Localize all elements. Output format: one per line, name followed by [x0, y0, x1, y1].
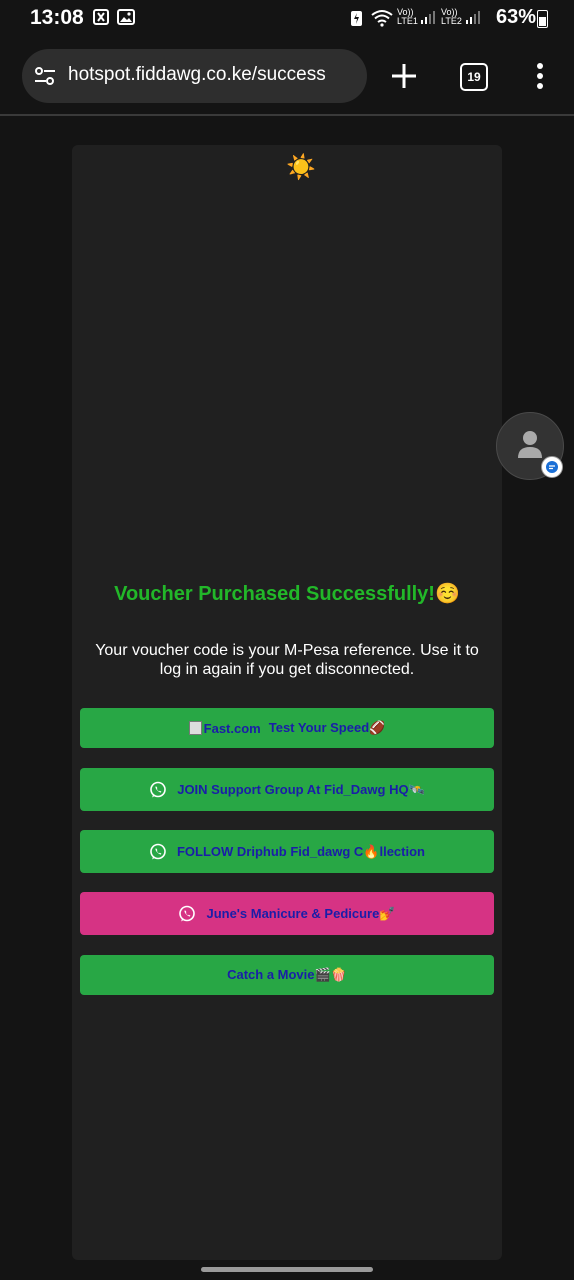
status-bar: 13:08 Vo)) LTE1 Vo)) LTE2 63%	[0, 0, 574, 38]
whatsapp-icon	[179, 905, 196, 921]
status-time: 13:08	[30, 6, 84, 29]
tab-switcher-button[interactable]: 19	[460, 63, 488, 91]
join-support-group-label: JOIN Support Group At Fid_Dawg HQ🛰️	[177, 781, 425, 797]
voucher-message: Your voucher code is your M-Pesa referen…	[95, 642, 479, 678]
battery-saver-icon	[351, 11, 362, 26]
follow-driphub-button[interactable]: FOLLOW Driphub Fid_dawg C🔥llection	[80, 830, 494, 873]
browser-toolbar: hotspot.fiddawg.co.ke/success 19	[0, 38, 574, 116]
sun-emoji: ☀️	[286, 154, 316, 181]
more-options-icon[interactable]	[530, 60, 550, 92]
follow-driphub-label: FOLLOW Driphub Fid_dawg C🔥llection	[176, 843, 425, 859]
chat-bubble-icon	[541, 456, 563, 478]
battery-icon	[537, 10, 548, 28]
manicure-pedicure-label: June's Manicure & Pedicure💅	[206, 905, 396, 921]
notification-app-icon	[93, 9, 109, 25]
home-indicator[interactable]	[201, 1267, 373, 1272]
whatsapp-icon	[150, 781, 167, 797]
gallery-icon	[117, 9, 135, 25]
wifi-icon	[371, 10, 393, 27]
sim1-label: Vo)) LTE1	[397, 7, 418, 26]
speed-test-label: Test Your Speed🏈	[268, 720, 386, 735]
battery-percent: 63%	[495, 6, 536, 28]
signal-icon	[421, 11, 435, 24]
catch-a-movie-button[interactable]: Catch a Movie🎬🍿	[80, 955, 494, 995]
page-title: Voucher Purchased Successfully!☺️	[114, 583, 460, 605]
sim2-label: Vo)) LTE2	[441, 7, 462, 26]
signal-icon	[466, 11, 480, 24]
catch-a-movie-label: Catch a Movie🎬🍿	[227, 967, 347, 982]
content-card: ☀️ Voucher Purchased Successfully!☺️ You…	[72, 145, 502, 1260]
new-tab-icon[interactable]	[386, 58, 422, 94]
speed-test-button[interactable]: Fast.com Test Your Speed🏈	[80, 708, 494, 748]
whatsapp-icon	[150, 843, 166, 859]
url-text[interactable]: hotspot.fiddawg.co.ke/success	[68, 64, 326, 86]
address-bar[interactable]: hotspot.fiddawg.co.ke/success	[22, 49, 367, 103]
join-support-group-button[interactable]: JOIN Support Group At Fid_Dawg HQ🛰️	[80, 768, 494, 811]
fast-com-broken-image: Fast.com	[188, 721, 261, 736]
manicure-pedicure-button[interactable]: June's Manicure & Pedicure💅	[80, 892, 494, 935]
site-settings-icon[interactable]	[34, 66, 56, 86]
